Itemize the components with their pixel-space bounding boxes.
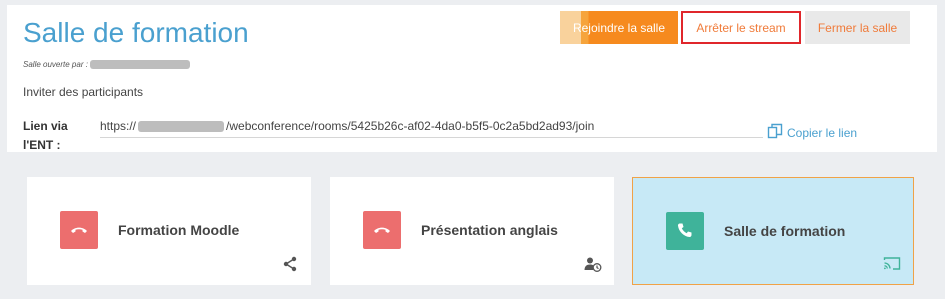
room-card-formation-moodle[interactable]: Formation Moodle bbox=[27, 177, 311, 285]
room-title: Présentation anglais bbox=[421, 222, 558, 238]
room-card-presentation-anglais[interactable]: Présentation anglais bbox=[330, 177, 614, 285]
opened-by-label: Salle ouverte par : bbox=[23, 60, 88, 69]
phone-icon bbox=[666, 212, 704, 250]
copy-link-label: Copier le lien bbox=[787, 125, 858, 140]
room-title: Formation Moodle bbox=[118, 222, 240, 238]
join-link-field[interactable]: https:// /webconference/rooms/5425b26c-af… bbox=[100, 117, 763, 138]
link-suffix: /webconference/rooms/5425b26c-af02-4da0-… bbox=[226, 119, 595, 133]
join-room-button[interactable]: Rejoindre la salle bbox=[560, 11, 678, 44]
invite-participants-label: Inviter des participants bbox=[23, 85, 144, 99]
room-title: Salle de formation bbox=[724, 223, 846, 239]
page-title: Salle de formation bbox=[23, 17, 249, 48]
redacted-owner-name bbox=[90, 60, 191, 70]
cast-icon[interactable] bbox=[883, 254, 901, 272]
link-prefix: https:// bbox=[100, 119, 137, 133]
room-card-salle-de-formation[interactable]: Salle de formation bbox=[632, 177, 914, 285]
stop-stream-button[interactable]: Arrêter le stream bbox=[681, 11, 801, 44]
copy-icon bbox=[767, 123, 783, 142]
user-clock-icon[interactable] bbox=[584, 255, 602, 273]
close-room-button[interactable]: Fermer la salle bbox=[805, 11, 910, 44]
copy-link-button[interactable]: Copier le lien bbox=[767, 123, 857, 142]
share-icon[interactable] bbox=[281, 255, 299, 273]
phone-hangup-icon bbox=[363, 211, 401, 249]
redacted-domain bbox=[138, 121, 225, 133]
opened-by-line: Salle ouverte par : bbox=[23, 60, 191, 70]
phone-hangup-icon bbox=[60, 211, 98, 249]
link-label: Lien via l'ENT : bbox=[23, 119, 68, 152]
